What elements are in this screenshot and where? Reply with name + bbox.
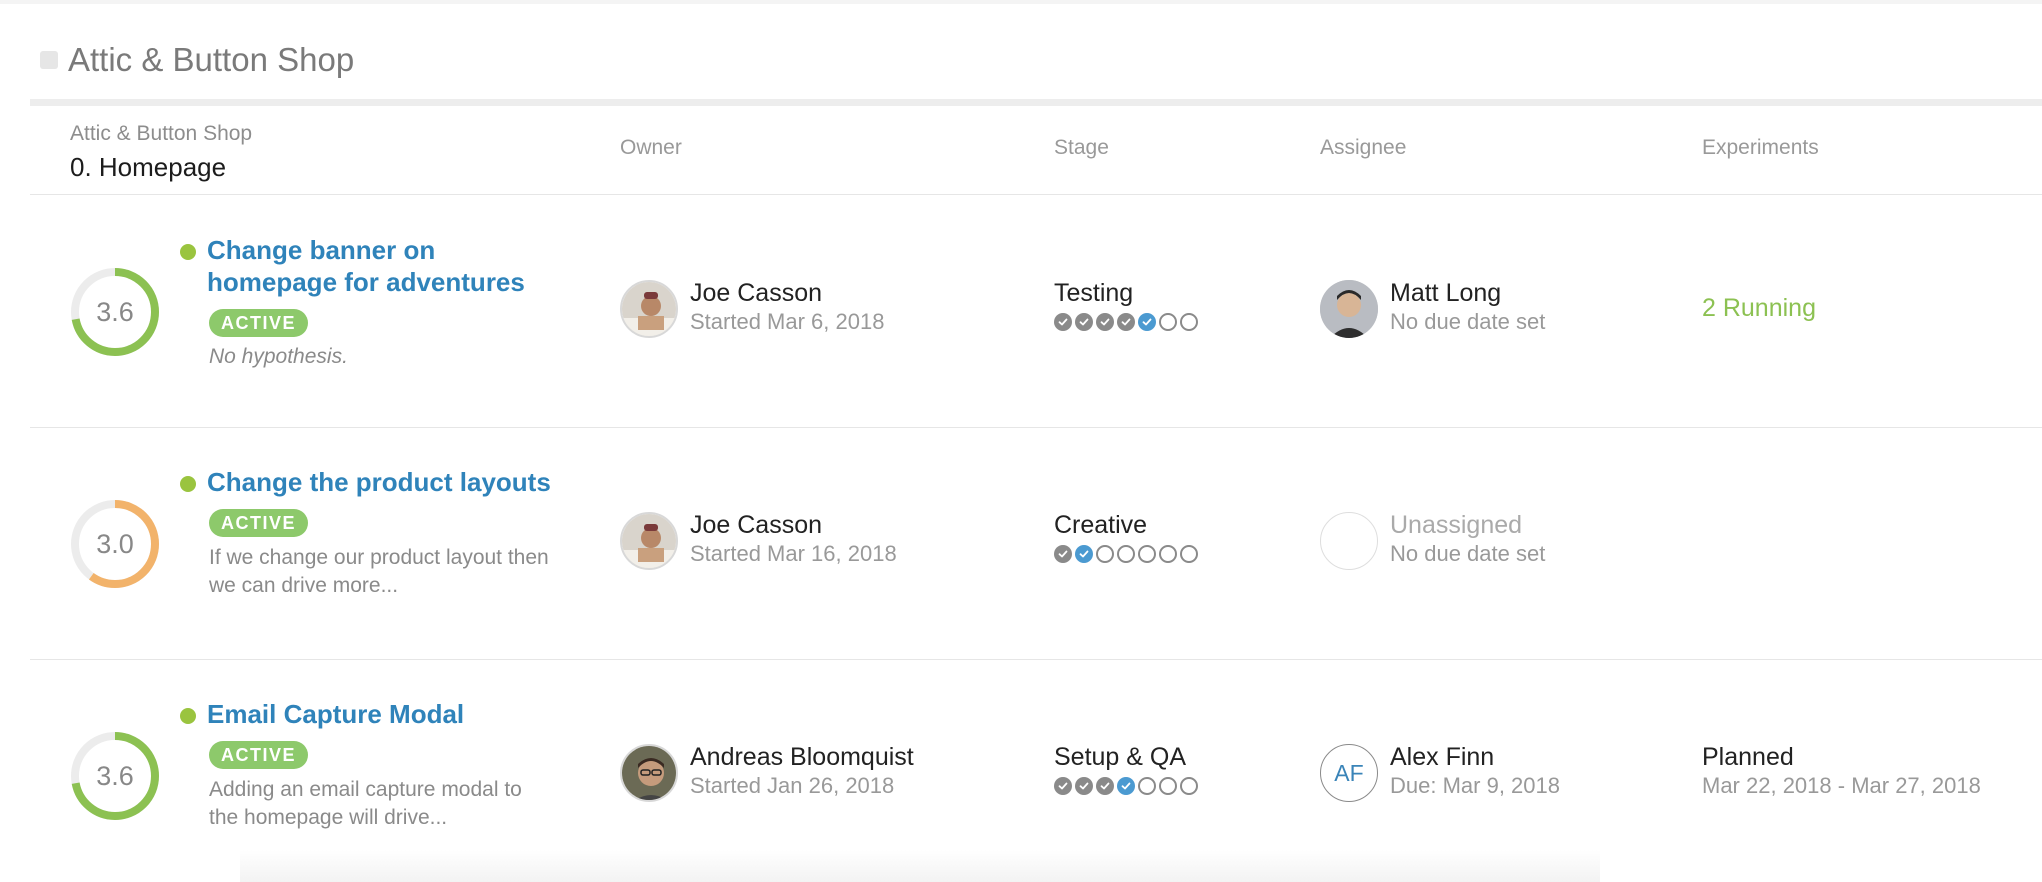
experiments-status[interactable]: 2 Running <box>1702 294 1816 323</box>
assignee-initials-avatar[interactable]: AF <box>1320 744 1378 802</box>
stage-step-complete <box>1075 777 1093 795</box>
assignee-name[interactable]: Unassigned <box>1390 511 1522 540</box>
owner-avatar[interactable] <box>620 744 678 802</box>
section-divider <box>30 99 2042 106</box>
status-badge: ACTIVE <box>209 309 309 337</box>
assignee-name[interactable]: Alex Finn <box>1390 743 1494 772</box>
stage-name[interactable]: Creative <box>1054 511 1147 540</box>
table-row[interactable]: 3.6 Email Capture Modal ACTIVE Adding an… <box>30 659 2042 881</box>
stage-step-complete <box>1054 777 1072 795</box>
status-dot <box>180 476 196 492</box>
header-project-name: Attic & Button Shop <box>70 122 253 145</box>
hypothesis-text: Adding an email capture modal to the hom… <box>209 778 522 829</box>
stage-step-pending <box>1096 545 1114 563</box>
stage-step-complete <box>1075 545 1093 563</box>
assignee-due-date: Due: Mar 9, 2018 <box>1390 773 1560 798</box>
assignee-avatar-empty[interactable] <box>1320 512 1378 570</box>
select-all-checkbox[interactable] <box>40 51 58 69</box>
score-ring: 3.6 <box>68 265 162 359</box>
stage-step-pending <box>1180 777 1198 795</box>
table-row[interactable]: 3.0 Change the product layouts ACTIVE If… <box>30 427 2042 660</box>
column-header-stage[interactable]: Stage <box>1054 136 1109 160</box>
stage-step-complete <box>1054 545 1072 563</box>
stage-step-complete <box>1096 777 1114 795</box>
assignee-avatar[interactable] <box>1320 280 1378 338</box>
stage-step-pending <box>1117 545 1135 563</box>
score-value: 3.6 <box>96 297 134 327</box>
owner-name[interactable]: Andreas Bloomquist <box>690 743 914 772</box>
stage-name[interactable]: Setup & QA <box>1054 743 1186 772</box>
status-badge: ACTIVE <box>209 509 309 537</box>
stage-step-complete <box>1054 313 1072 331</box>
experiment-title-link[interactable]: Change banner on homepage for adventures <box>207 234 567 298</box>
column-header-experiments[interactable]: Experiments <box>1702 136 1819 160</box>
experiments-date-range: Mar 22, 2018 - Mar 27, 2018 <box>1702 773 1981 798</box>
score-value: 3.6 <box>96 761 134 791</box>
score-value: 3.0 <box>96 529 134 559</box>
section-title-row: Attic & Button Shop <box>30 36 354 84</box>
stage-step-complete <box>1138 313 1156 331</box>
stage-step-pending <box>1159 313 1177 331</box>
stage-step-complete <box>1117 777 1135 795</box>
header-page-group: 0. Homepage <box>70 152 227 182</box>
stage-step-pending <box>1138 777 1156 795</box>
stage-progress[interactable] <box>1054 313 1198 331</box>
owner-started-date: Started Jan 26, 2018 <box>690 773 895 798</box>
column-header-owner[interactable]: Owner <box>620 136 682 160</box>
owner-name[interactable]: Joe Casson <box>690 511 822 540</box>
owner-avatar[interactable] <box>620 280 678 338</box>
hypothesis-text: No hypothesis. <box>209 345 348 368</box>
status-dot <box>180 244 196 260</box>
stage-step-complete <box>1117 313 1135 331</box>
table-row[interactable]: 3.6 Change banner on homepage for advent… <box>30 195 2042 428</box>
stage-progress[interactable] <box>1054 545 1198 563</box>
assignee-name[interactable]: Matt Long <box>1390 279 1501 308</box>
stage-step-pending <box>1180 545 1198 563</box>
experiment-title-link[interactable]: Change the product layouts <box>207 466 607 498</box>
assignee-due-date: No due date set <box>1390 541 1546 566</box>
experiments-status[interactable]: Planned <box>1702 743 1794 772</box>
stage-step-pending <box>1138 545 1156 563</box>
stage-step-complete <box>1075 313 1093 331</box>
owner-name[interactable]: Joe Casson <box>690 279 822 308</box>
status-dot <box>180 708 196 724</box>
page-title: Attic & Button Shop <box>68 41 355 78</box>
stage-step-pending <box>1159 777 1177 795</box>
owner-avatar[interactable] <box>620 512 678 570</box>
top-border <box>0 0 2042 4</box>
experiment-title-link[interactable]: Email Capture Modal <box>207 698 567 730</box>
hypothesis-text: If we change our product layout then we … <box>209 546 549 597</box>
owner-started-date: Started Mar 6, 2018 <box>690 309 885 334</box>
stage-name[interactable]: Testing <box>1054 279 1133 308</box>
stage-step-pending <box>1180 313 1198 331</box>
owner-started-date: Started Mar 16, 2018 <box>690 541 897 566</box>
column-header-assignee[interactable]: Assignee <box>1320 136 1406 160</box>
table-header: Attic & Button Shop 0. Homepage Owner St… <box>30 106 2042 195</box>
stage-progress[interactable] <box>1054 777 1198 795</box>
status-badge: ACTIVE <box>209 741 309 769</box>
scroll-shadow <box>240 850 1600 882</box>
stage-step-complete <box>1096 313 1114 331</box>
assignee-due-date: No due date set <box>1390 309 1546 334</box>
score-ring: 3.0 <box>68 497 162 591</box>
score-ring: 3.6 <box>68 729 162 823</box>
stage-step-pending <box>1159 545 1177 563</box>
